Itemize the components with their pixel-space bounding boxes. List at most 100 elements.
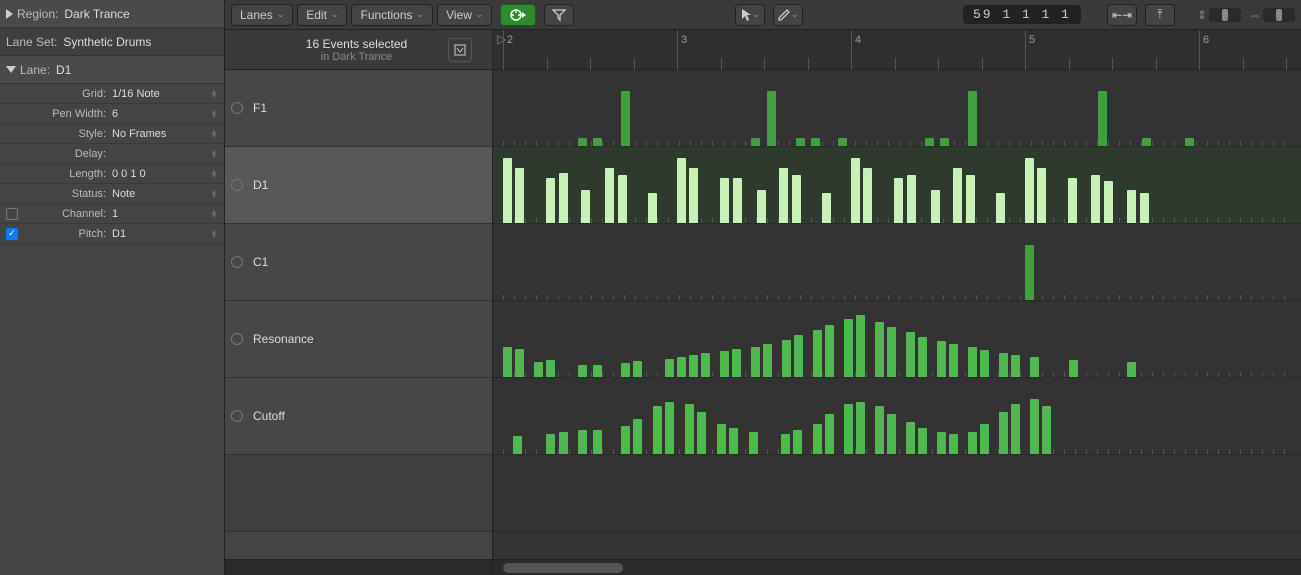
event-bar[interactable] [999, 353, 1008, 377]
stepper-icon[interactable]: ▲▼ [210, 170, 218, 178]
event-bar[interactable] [1104, 181, 1113, 223]
prop-value[interactable]: 0 0 1 0 [112, 168, 210, 180]
lane[interactable] [493, 224, 1301, 301]
event-bar[interactable] [546, 434, 555, 454]
event-bar[interactable] [732, 349, 741, 377]
prop-row[interactable]: Delay:▲▼ [0, 144, 224, 164]
event-bar[interactable] [794, 335, 803, 377]
lane-radio[interactable] [231, 256, 243, 268]
event-bar[interactable] [1142, 138, 1151, 146]
event-bar[interactable] [1098, 91, 1107, 146]
lane-header[interactable]: F1 [225, 70, 492, 147]
event-bar[interactable] [618, 175, 627, 223]
lane-header[interactable]: Cutoff [225, 378, 492, 455]
event-bar[interactable] [875, 406, 884, 454]
prop-row[interactable]: ✓Pitch:D1▲▼ [0, 224, 224, 244]
event-bar[interactable] [513, 436, 522, 454]
lanes-menu[interactable]: Lanes ⌄ [231, 4, 293, 26]
event-bar[interactable] [822, 193, 831, 223]
lane[interactable] [493, 147, 1301, 224]
stepper-icon[interactable]: ▲▼ [210, 130, 218, 138]
lane-radio[interactable] [231, 102, 243, 114]
event-bar[interactable] [779, 168, 788, 223]
event-bar[interactable] [1140, 193, 1149, 223]
lane-radio[interactable] [231, 410, 243, 422]
event-bar[interactable] [763, 344, 772, 377]
event-bar[interactable] [813, 424, 822, 454]
stepper-icon[interactable]: ▲▼ [210, 190, 218, 198]
stepper-icon[interactable]: ▲▼ [210, 210, 218, 218]
position-counter[interactable]: 59 1 1 1 1 [963, 5, 1081, 24]
event-bar[interactable] [757, 190, 766, 223]
event-bar[interactable] [701, 353, 710, 377]
horizontal-scrollbar[interactable] [225, 559, 1301, 575]
event-bar[interactable] [907, 175, 916, 223]
prop-row[interactable]: Grid:1/16 Note▲▼ [0, 84, 224, 104]
lane-header[interactable]: Resonance [225, 301, 492, 378]
event-bar[interactable] [918, 428, 927, 454]
event-bar[interactable] [980, 350, 989, 377]
event-bar[interactable] [733, 178, 742, 223]
event-bar[interactable] [665, 402, 674, 454]
prop-row[interactable]: Channel:1▲▼ [0, 204, 224, 224]
event-bar[interactable] [593, 430, 602, 454]
event-bar[interactable] [621, 363, 630, 377]
event-bar[interactable] [749, 432, 758, 454]
lane-header[interactable]: D1 [225, 147, 492, 224]
event-bar[interactable] [1030, 399, 1039, 454]
stepper-icon[interactable]: ▲▼ [210, 110, 218, 118]
stepper-icon[interactable]: ▲▼ [210, 90, 218, 98]
event-bar[interactable] [578, 365, 587, 377]
event-bar[interactable] [648, 193, 657, 223]
event-bar[interactable] [578, 138, 587, 146]
event-bar[interactable] [825, 414, 834, 454]
event-bar[interactable] [999, 412, 1008, 454]
event-bar[interactable] [751, 347, 760, 377]
event-bar[interactable] [996, 193, 1005, 223]
event-bar[interactable] [653, 406, 662, 454]
prop-value[interactable]: Note [112, 188, 210, 200]
event-bar[interactable] [665, 359, 674, 377]
event-bar[interactable] [581, 190, 590, 223]
event-bar[interactable] [887, 327, 896, 377]
catch-playhead-button[interactable] [448, 38, 472, 62]
event-bar[interactable] [1127, 190, 1136, 223]
event-bar[interactable] [677, 158, 686, 223]
checkbox[interactable]: ✓ [6, 228, 18, 240]
event-bar[interactable] [677, 357, 686, 377]
lane-radio[interactable] [231, 333, 243, 345]
event-bar[interactable] [534, 362, 543, 377]
event-bar[interactable] [1030, 357, 1039, 377]
event-bar[interactable] [796, 138, 805, 146]
event-bar[interactable] [685, 404, 694, 454]
snap-vertical-button[interactable]: ⤒ [1145, 4, 1175, 26]
event-bar[interactable] [906, 422, 915, 454]
event-bar[interactable] [1042, 406, 1051, 454]
snap-horizontal-button[interactable]: ⇤⇥ [1107, 4, 1137, 26]
laneset-row[interactable]: Lane Set: Synthetic Drums [0, 28, 224, 56]
scroll-thumb[interactable] [503, 563, 623, 573]
event-bar[interactable] [1025, 245, 1034, 300]
event-bar[interactable] [621, 91, 630, 146]
prop-value[interactable]: D1 [112, 228, 210, 240]
event-bar[interactable] [856, 315, 865, 377]
event-bar[interactable] [1068, 178, 1077, 223]
event-bar[interactable] [578, 430, 587, 454]
prop-value[interactable]: 1 [112, 208, 210, 220]
event-bar[interactable] [844, 319, 853, 377]
event-bar[interactable] [968, 432, 977, 454]
event-bar[interactable] [559, 173, 568, 223]
event-bar[interactable] [633, 419, 642, 454]
prop-row[interactable]: Length:0 0 1 0▲▼ [0, 164, 224, 184]
event-bar[interactable] [949, 434, 958, 454]
event-bar[interactable] [503, 347, 512, 377]
lane[interactable] [493, 301, 1301, 378]
event-bar[interactable] [844, 404, 853, 454]
event-bar[interactable] [793, 430, 802, 454]
event-bar[interactable] [937, 341, 946, 377]
event-bar[interactable] [782, 340, 791, 377]
event-bar[interactable] [940, 138, 949, 146]
event-bar[interactable] [633, 361, 642, 377]
timeline-ruler[interactable]: ▷ 23456 [493, 30, 1301, 70]
event-bar[interactable] [851, 158, 860, 223]
